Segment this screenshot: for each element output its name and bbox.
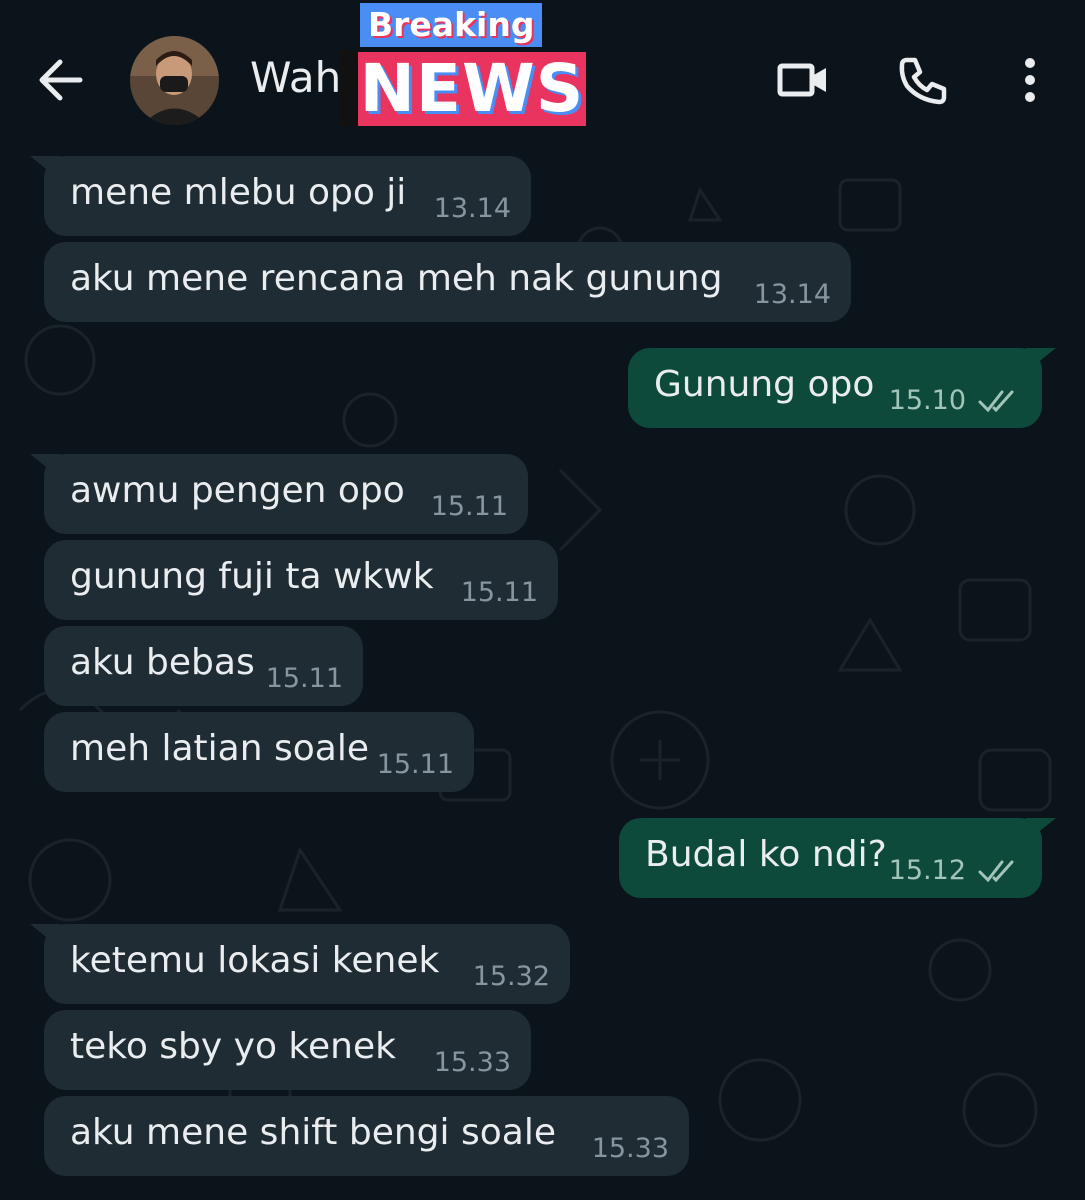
message-incoming[interactable]: aku mene shift bengi soale 15.33 bbox=[44, 1096, 689, 1176]
avatar[interactable] bbox=[130, 36, 219, 125]
bubble-tail bbox=[30, 454, 60, 478]
phone-icon[interactable] bbox=[893, 50, 953, 110]
message-incoming[interactable]: awmu pengen opo 15.11 bbox=[30, 454, 528, 534]
more-vertical-icon[interactable] bbox=[1000, 50, 1060, 110]
message-time: 15.11 bbox=[460, 577, 538, 608]
message-time: 15.33 bbox=[433, 1047, 511, 1078]
message-time: 15.32 bbox=[472, 961, 550, 992]
message-time: 13.14 bbox=[433, 193, 511, 224]
bubble-tail bbox=[1026, 348, 1056, 372]
bubble-tail bbox=[30, 924, 60, 948]
back-arrow-icon[interactable] bbox=[30, 50, 90, 110]
message-time: 15.11 bbox=[376, 749, 454, 780]
message-time: 13.14 bbox=[753, 279, 831, 310]
message-text: Budal ko ndi? bbox=[645, 834, 887, 875]
message-text: gunung fuji ta wkwk bbox=[70, 556, 434, 597]
chat-header: Wahyu Breaking NEWS bbox=[0, 0, 1085, 150]
message-text: ketemu lokasi kenek bbox=[70, 940, 440, 981]
message-text: awmu pengen opo bbox=[70, 470, 405, 511]
message-incoming[interactable]: ketemu lokasi kenek 15.32 bbox=[30, 924, 570, 1004]
breaking-label: Breaking bbox=[360, 3, 543, 47]
message-time: 15.12 bbox=[888, 855, 966, 886]
message-text: aku mene rencana meh nak gunung bbox=[70, 258, 723, 299]
news-label: NEWS bbox=[358, 50, 586, 127]
video-camera-icon[interactable] bbox=[772, 50, 832, 110]
double-check-icon bbox=[978, 860, 1014, 883]
message-text: meh latian soale bbox=[70, 728, 369, 769]
message-incoming[interactable]: meh latian soale 15.11 bbox=[44, 712, 474, 792]
message-incoming[interactable]: aku mene rencana meh nak gunung 13.14 bbox=[44, 242, 851, 322]
message-incoming[interactable]: mene mlebu opo ji 13.14 bbox=[30, 156, 531, 236]
sticker-stripe bbox=[340, 50, 358, 126]
breaking-news-sticker: Breaking NEWS bbox=[340, 0, 590, 126]
double-check-icon bbox=[978, 390, 1014, 413]
bubble-tail bbox=[1026, 818, 1056, 842]
message-incoming[interactable]: teko sby yo kenek 15.33 bbox=[44, 1010, 531, 1090]
message-text: aku mene shift bengi soale bbox=[70, 1112, 556, 1153]
message-outgoing[interactable]: Gunung opo 15.10 bbox=[628, 348, 1056, 428]
message-list[interactable]: mene mlebu opo ji 13.14 aku mene rencana… bbox=[0, 150, 1085, 1200]
message-text: aku bebas bbox=[70, 642, 255, 683]
bubble-tail bbox=[30, 156, 60, 180]
message-incoming[interactable]: aku bebas 15.11 bbox=[44, 626, 363, 706]
message-text: Gunung opo bbox=[654, 364, 875, 405]
message-time: 15.11 bbox=[265, 663, 343, 694]
message-incoming[interactable]: gunung fuji ta wkwk 15.11 bbox=[44, 540, 558, 620]
message-time: 15.11 bbox=[430, 491, 508, 522]
message-text: mene mlebu opo ji bbox=[70, 172, 407, 213]
message-outgoing[interactable]: Budal ko ndi? 15.12 bbox=[619, 818, 1056, 898]
message-time: 15.33 bbox=[591, 1133, 669, 1164]
message-text: teko sby yo kenek bbox=[70, 1026, 396, 1067]
message-time: 15.10 bbox=[888, 385, 966, 416]
